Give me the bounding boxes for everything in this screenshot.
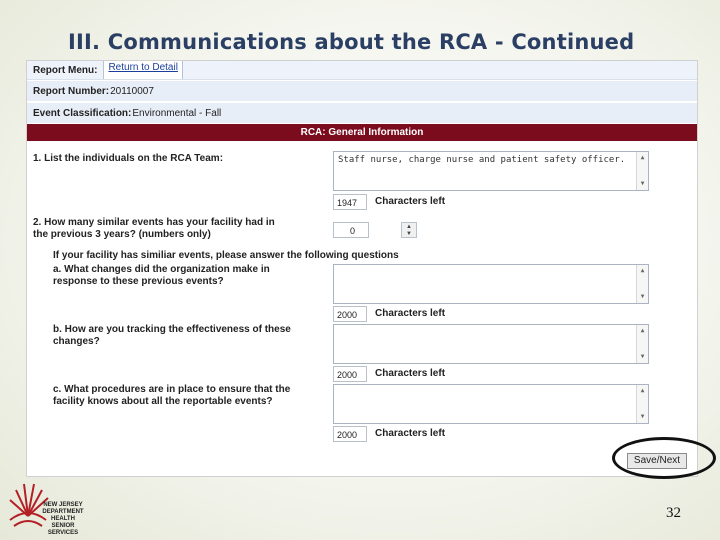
qc-chars-label: Characters left xyxy=(375,428,446,439)
qc-label-line1: c. What procedures are in place to ensur… xyxy=(53,384,291,395)
event-classification-label: Event Classification: xyxy=(33,107,132,119)
qa-textarea[interactable]: ▲ ▼ xyxy=(333,264,649,304)
report-menu-label: Report Menu: xyxy=(33,64,98,76)
q1-label: 1. List the individuals on the RCA Team: xyxy=(33,153,224,164)
return-to-detail-link[interactable]: Return to Detail xyxy=(103,61,183,79)
followup-instruction: If your facility has similiar events, pl… xyxy=(53,250,399,261)
logo-line2: DEPARTMENT xyxy=(42,509,84,515)
report-number-row: Report Number: 20110007 xyxy=(27,81,697,101)
qb-label: b. How are you tracking the effectivenes… xyxy=(53,324,291,348)
spinner-up-icon[interactable]: ▲ xyxy=(406,224,412,230)
scroll-up-icon[interactable]: ▲ xyxy=(641,385,645,397)
q1-scrollbar[interactable]: ▲ ▼ xyxy=(636,152,648,190)
scroll-down-icon[interactable]: ▼ xyxy=(641,178,645,190)
qa-label: a. What changes did the organization mak… xyxy=(53,264,270,288)
slide-title: III. Communications about the RCA - Cont… xyxy=(68,30,635,54)
q2-label-line2: the previous 3 years? (numbers only) xyxy=(33,229,211,240)
section-header: RCA: General Information xyxy=(27,124,697,141)
report-menu-bar: Report Menu: Return to Detail xyxy=(27,61,697,80)
qc-label: c. What procedures are in place to ensur… xyxy=(53,384,290,408)
qb-scrollbar[interactable]: ▲ ▼ xyxy=(636,325,648,363)
event-classification-value: Environmental - Fall xyxy=(132,107,222,119)
event-classification-row: Event Classification: Environmental - Fa… xyxy=(27,103,697,123)
up-down-arrow-icon[interactable]: ▲ ▼ xyxy=(401,222,417,238)
qc-label-line2: facility knows about all the reportable … xyxy=(53,396,273,407)
qa-scrollbar[interactable]: ▲ ▼ xyxy=(636,265,648,303)
rca-form-screenshot: Report Menu: Return to Detail Report Num… xyxy=(26,60,698,477)
logo-text: NEW JERSEY DEPARTMENT HEALTH SENIOR SERV… xyxy=(40,502,86,537)
page-number: 32 xyxy=(666,505,681,521)
qc-scrollbar[interactable]: ▲ ▼ xyxy=(636,385,648,423)
scroll-up-icon[interactable]: ▲ xyxy=(641,325,645,337)
logo-line1: NEW JERSEY xyxy=(43,502,83,508)
scroll-down-icon[interactable]: ▼ xyxy=(641,351,645,363)
qa-label-line1: a. What changes did the organization mak… xyxy=(53,264,270,275)
q1-chars-label: Characters left xyxy=(375,196,446,207)
q1-textarea-value: Staff nurse, charge nurse and patient sa… xyxy=(338,155,626,165)
report-number-label: Report Number: xyxy=(33,85,110,97)
q1-chars-counter: 1947 xyxy=(333,194,367,210)
logo-line4: SENIOR SERVICES xyxy=(47,523,79,536)
scroll-down-icon[interactable]: ▼ xyxy=(641,291,645,303)
qc-textarea[interactable]: ▲ ▼ xyxy=(333,384,649,424)
qa-chars-label: Characters left xyxy=(375,308,446,319)
qa-chars-counter: 2000 xyxy=(333,306,367,322)
scroll-up-icon[interactable]: ▲ xyxy=(641,152,645,164)
logo-line3: HEALTH xyxy=(51,516,75,522)
qb-label-line1: b. How are you tracking the effectivenes… xyxy=(53,324,291,335)
spinner-down-icon[interactable]: ▼ xyxy=(406,231,412,237)
qb-chars-label: Characters left xyxy=(375,368,446,379)
q2-label-line1: 2. How many similar events has your faci… xyxy=(33,217,275,228)
qc-chars-counter: 2000 xyxy=(333,426,367,442)
qb-label-line2: changes? xyxy=(53,336,100,347)
qb-chars-counter: 2000 xyxy=(333,366,367,382)
qb-textarea[interactable]: ▲ ▼ xyxy=(333,324,649,364)
report-number-value: 20110007 xyxy=(110,85,154,97)
scroll-down-icon[interactable]: ▼ xyxy=(641,411,645,423)
highlight-circle xyxy=(612,437,716,479)
q2-label: 2. How many similar events has your faci… xyxy=(33,217,275,241)
q2-number-input[interactable]: 0 xyxy=(333,222,369,238)
qa-label-line2: response to these previous events? xyxy=(53,276,224,287)
scroll-up-icon[interactable]: ▲ xyxy=(641,265,645,277)
q1-textarea[interactable]: Staff nurse, charge nurse and patient sa… xyxy=(333,151,649,191)
